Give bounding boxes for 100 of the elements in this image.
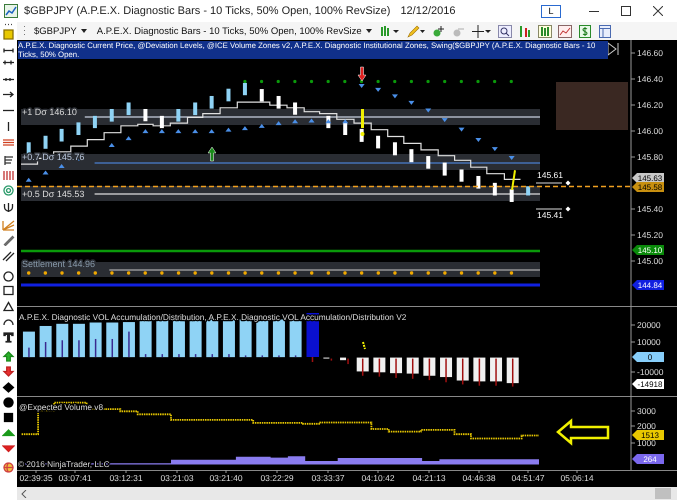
volume-bar [473,358,486,382]
play-to-end-icon[interactable] [608,42,618,56]
volume-bar [106,322,118,358]
time-label: 04:10:42 [361,473,395,483]
fork-icon[interactable] [2,202,15,212]
axis-label: 145.00 [637,256,663,266]
volume-bar [72,324,85,358]
price-bar [193,102,198,116]
price-tag-text: 145.10 [638,246,662,255]
link-button[interactable]: L [541,4,561,18]
price-tag-text: 144.84 [638,281,662,290]
level-label: Settlement 144.96 [22,259,96,269]
time-label: 03:33:37 [311,473,345,483]
price-tag-text: 145.58 [638,183,662,192]
chart-bars-icon[interactable] [538,24,552,38]
signal-bar [511,170,516,190]
square-icon[interactable] [2,284,15,296]
crosshair-icon[interactable] [472,24,492,38]
price-bar [376,136,380,148]
data-box-icon[interactable] [598,24,612,38]
axis-label: 146.20 [637,100,663,110]
instrument-dropdown[interactable]: $GBPJPY [32,26,89,36]
parallel-lines-icon[interactable] [2,136,15,148]
add-indicator-icon[interactable] [432,24,446,38]
price-bar [110,108,114,122]
caret-icon [366,29,372,33]
price-bar [409,149,414,162]
volume-bar [156,320,168,358]
price-bar [92,116,97,128]
zoom-icon[interactable] [498,24,512,38]
volume-bar [356,358,369,372]
time-label: 05:06:14 [560,473,594,483]
volume-bar [40,326,52,358]
volume-bar [90,322,102,358]
volume-bar [22,332,35,358]
stacked-lines-icon[interactable] [2,154,15,166]
diamond-icon [566,206,570,212]
target-icon[interactable] [2,184,15,196]
axis-label: 145.20 [637,230,663,240]
vertical-bars-icon[interactable] [2,170,15,180]
price-bar [260,89,264,102]
bar-type-dropdown[interactable]: A.P.E.X. Diagnostic Bars - 10 Ticks, 50% Open, 100% RevSize [94,26,374,36]
triangle-icon[interactable] [2,300,15,312]
price-tag-text: 145.63 [638,174,662,183]
fan-lines-icon[interactable] [2,220,15,230]
globe-icon[interactable] [2,462,15,472]
price-bar [44,136,48,149]
volume-bar [440,358,452,378]
close-icon[interactable] [653,6,663,16]
volume-bar [56,324,68,358]
selection-icon[interactable] [2,28,15,40]
dollar-icon[interactable] [578,24,592,38]
price-bar [143,108,148,122]
signal-mark [362,342,366,350]
diamond-icon[interactable] [2,382,15,392]
axis-label: 10000 [637,337,661,347]
scroll-left-icon[interactable] [21,490,27,498]
signal-bar [361,109,364,128]
volume-bar [490,358,502,382]
scroll-thumb[interactable] [655,488,671,499]
square-marker-icon[interactable] [2,412,15,422]
axis-label: 145.80 [637,152,663,162]
pencil-icon[interactable] [406,24,426,38]
volume-bar [373,358,386,372]
axis-label: 146.00 [637,126,663,136]
left-arrow-icon [556,418,610,446]
price-bar [126,102,131,116]
ruler-icon[interactable] [2,234,15,246]
up-triangle-icon[interactable] [2,426,15,438]
line-chart-icon[interactable] [558,24,572,38]
down-arrow-icon [358,66,366,82]
up-arrow-icon[interactable] [2,350,15,362]
value-tag-text: 0 [648,353,652,362]
volume-bar [506,358,519,384]
time-label: 03:07:41 [58,473,92,483]
price-bar [210,96,214,109]
time-label: 03:12:31 [109,473,143,483]
value-tag-text: -14918 [638,380,662,389]
down-arrow-icon[interactable] [2,366,15,376]
volume-bar [423,358,436,376]
signal-dot [360,132,364,136]
text-tool-icon[interactable] [2,332,15,342]
window-date: 12/12/2016 [400,5,456,17]
bar-style-icon[interactable] [380,24,400,38]
down-triangle-icon[interactable] [2,442,15,454]
axis-label: 146.60 [637,48,663,58]
diagonal-lines-icon[interactable] [2,250,15,262]
price-bars-icon[interactable] [518,24,532,38]
axis-label: 3000 [637,406,656,416]
price-bar [76,122,80,135]
up-arrow-icon [208,146,216,162]
volume-bar [140,320,152,358]
maximize-icon[interactable] [621,6,631,16]
axis-label: 20000 [637,320,661,330]
price-bar [343,122,348,135]
price-bar [160,116,164,128]
price-bar [176,108,180,122]
horizontal-scrollbar[interactable] [17,487,677,500]
time-label: 04:21:13 [412,473,446,483]
arrow-line-icon[interactable] [2,88,15,100]
